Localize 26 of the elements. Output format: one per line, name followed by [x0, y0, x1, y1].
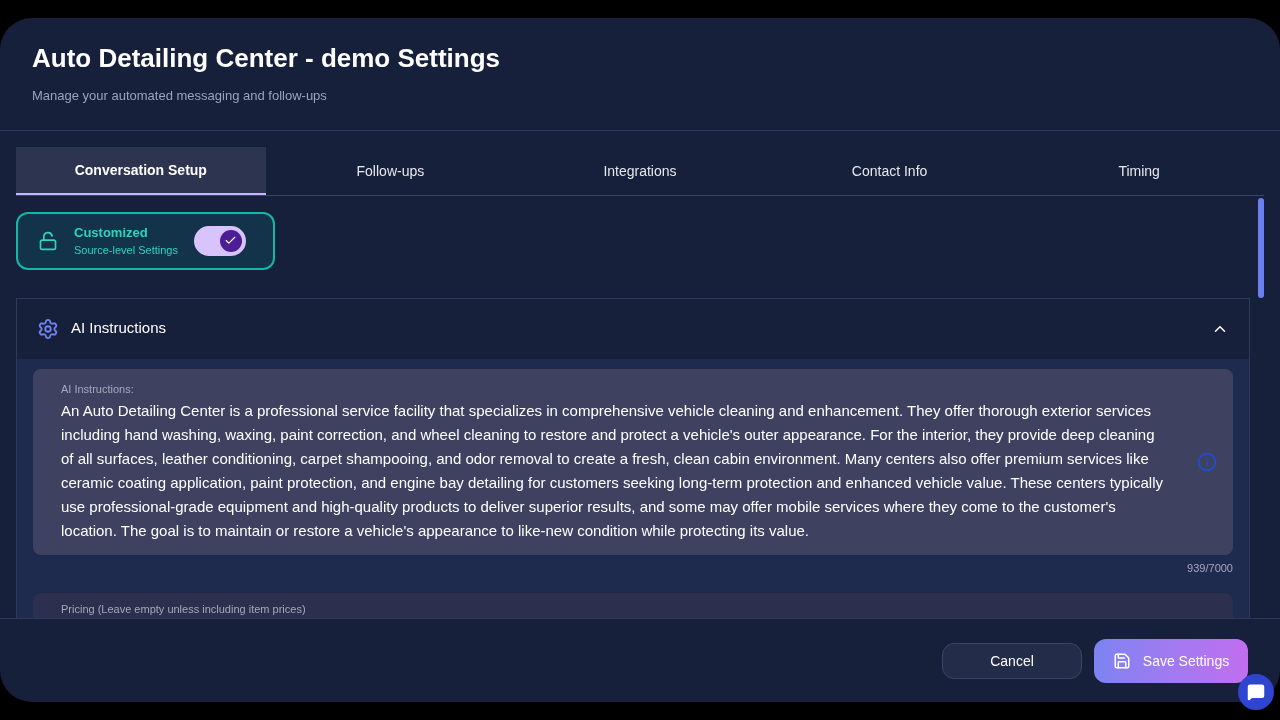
field-label: AI Instructions: — [61, 381, 135, 397]
pricing-field[interactable]: Pricing (Leave empty unless including item prices) — [33, 592, 1233, 618]
mode-title: Customized — [74, 223, 149, 242]
field-label: Pricing (Leave empty unless including item prices) — [61, 601, 307, 617]
section-title: AI Instructions — [71, 318, 168, 339]
scrollbar-thumb[interactable] — [1258, 197, 1264, 298]
dialog-title: Auto Detailing Center - demo Settings — [32, 42, 502, 74]
chat-icon — [1247, 683, 1265, 701]
tab[interactable]: Timing — [1014, 146, 1264, 195]
instructions-field[interactable] — [33, 368, 1233, 555]
toggle-switch[interactable] — [193, 225, 246, 256]
section-header[interactable]: AI Instructions — [17, 298, 1249, 359]
check-icon — [224, 234, 238, 247]
tab[interactable]: Integrations — [515, 146, 765, 195]
chat-button[interactable] — [1238, 674, 1274, 710]
cancel-button[interactable]: Cancel — [942, 642, 1082, 679]
settings-icon — [37, 317, 59, 340]
save-icon — [1112, 651, 1131, 670]
field-value: An Auto Detailing Center is a professional service facility that specializes in comprehensive vehicle cleaning and enhancement. They offer thorough exterior services including hand washing, waxing, paint correction, and wheel cleaning to restore and protect a vehicle's outer appearance. For the interior, they provide deep cleaning of all surfaces, leather conditioning, carpet shampooing, and odor removal to create a fresh, clean cabin environment. Many centers also offer premium services like ceramic coating application, paint protection, and engine bay detailing for customers seeking long-term protection and enhanced vehicle value. These centers typically use professional-grade equipment and high-quality products to deliver superior results, and some may offer mobile services where they come to the customer's location. The goal is to maintain or restore a vehicle's appearance to like-new condition while protecting its value. — [61, 401, 1165, 541]
tab[interactable]: Follow-ups — [265, 146, 516, 195]
tab[interactable]: Contact Info — [764, 146, 1015, 195]
mode-subtitle: Source-level Settings — [74, 243, 178, 258]
dialog-subtitle: Manage your automated messaging and follow-ups — [32, 87, 328, 105]
character-counter: 939/7000 — [1186, 561, 1233, 576]
unlock-icon — [38, 230, 58, 251]
tab[interactable]: Conversation Setup — [16, 146, 266, 195]
